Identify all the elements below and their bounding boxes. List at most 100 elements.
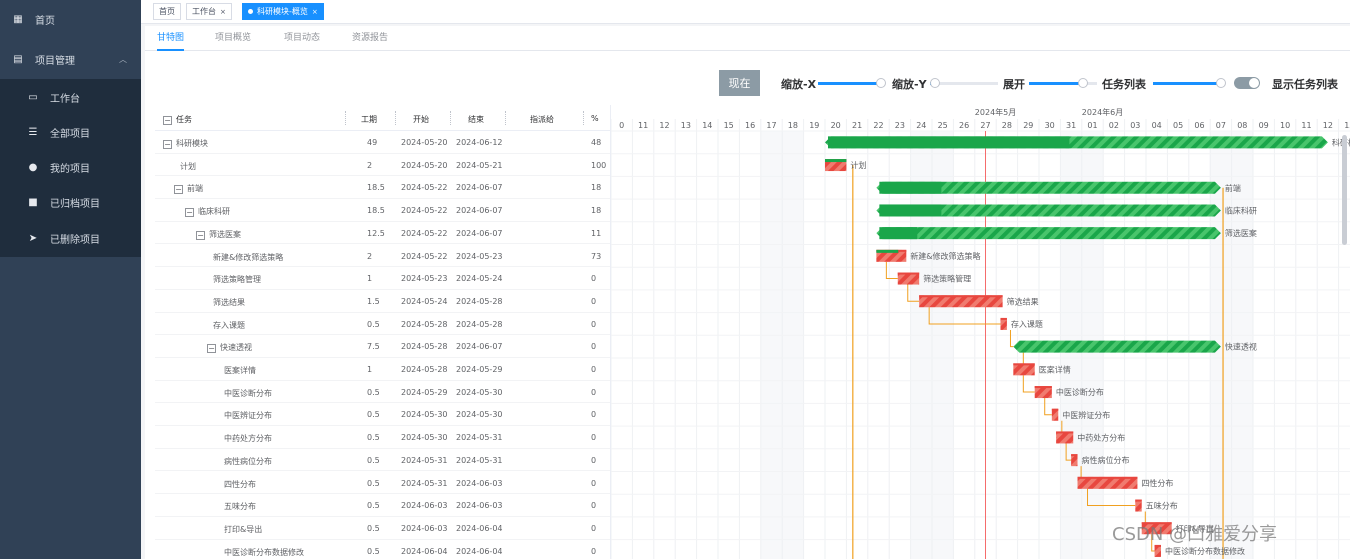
lock-icon: ■ — [28, 196, 38, 208]
expand-slider[interactable] — [1029, 78, 1097, 88]
table-row[interactable]: − 筛选医案 12.5 2024-05-22 2024-06-07 11 — [155, 222, 610, 245]
vertical-scrollbar[interactable] — [1342, 135, 1347, 245]
collapse-all-icon[interactable]: − — [163, 116, 172, 125]
table-row[interactable]: 病性病位分布 0.5 2024-05-31 2024-05-31 0 — [155, 449, 610, 472]
weekend-column — [760, 131, 783, 559]
sidebar-item-all-projects[interactable]: ☰ 全部项目 — [0, 113, 141, 151]
collapse-toggle-icon[interactable]: − — [207, 344, 216, 354]
column-divider[interactable] — [583, 111, 584, 125]
table-row[interactable]: 计划 2 2024-05-20 2024-05-21 100 — [155, 154, 610, 177]
day-tick-label: 0 — [619, 121, 624, 130]
sidebar: ▦ 首页 ▤ 项目管理 ︿ ▭ 工作台 ☰ 全部项目 ● 我的项目 ■ 已归档项… — [0, 0, 141, 559]
tag-home[interactable]: 首页 — [153, 3, 181, 20]
sidebar-item-home[interactable]: ▦ 首页 — [0, 0, 141, 38]
show-task-list-toggle[interactable] — [1234, 77, 1260, 89]
table-row[interactable]: 中医辨证分布 0.5 2024-05-30 2024-05-30 0 — [155, 403, 610, 427]
day-tick-label: 03 — [1130, 121, 1140, 130]
cell-task-name: − 快速透视 — [207, 342, 252, 354]
column-divider[interactable] — [345, 111, 346, 125]
cell-end: 2024-06-07 — [456, 206, 503, 215]
day-tick-label: 31 — [1066, 121, 1076, 130]
tag-research-overview[interactable]: 科研模块-概览 × — [242, 3, 324, 20]
cell-percent-text: 73 — [591, 251, 602, 261]
cell-percent-text: 18 — [591, 206, 602, 216]
bar-label: 病性病位分布 — [1082, 455, 1130, 465]
cell-start-text: 2024-05-22 — [401, 251, 448, 261]
cell-task-name: 打印&导出 — [224, 524, 262, 535]
collapse-toggle-icon[interactable]: − — [174, 185, 183, 195]
sidebar-item-deleted-projects[interactable]: ➤ 已删除项目 — [0, 219, 141, 257]
table-row[interactable]: 新建&修改筛选策略 2 2024-05-22 2024-05-23 73 — [155, 245, 610, 268]
collapse-toggle-icon[interactable]: − — [185, 208, 194, 218]
day-tick-label: 17 — [766, 121, 776, 130]
table-row[interactable]: − 临床科研 18.5 2024-05-22 2024-06-07 18 — [155, 199, 610, 222]
day-tick-label: 28 — [1002, 121, 1012, 130]
cell-end: 2024-05-23 — [456, 252, 503, 261]
slider-handle[interactable] — [1078, 78, 1089, 88]
tab-overview[interactable]: 项目概览 — [215, 26, 251, 51]
month-label: 2024年5月 — [975, 107, 1016, 117]
table-row[interactable]: 五味分布 0.5 2024-06-03 2024-06-03 0 — [155, 494, 610, 517]
cell-start-text: 2024-05-24 — [401, 296, 448, 306]
table-row[interactable]: 打印&导出 0.5 2024-06-03 2024-06-04 0 — [155, 517, 610, 540]
sidebar-item-project-management[interactable]: ▤ 项目管理 ︿ — [0, 40, 141, 78]
close-icon[interactable]: × — [312, 8, 318, 16]
sidebar-item-workbench[interactable]: ▭ 工作台 — [0, 78, 141, 116]
cell-task-name-text: 中医诊断分布数据修改 — [224, 547, 304, 557]
zoom-y-slider[interactable] — [930, 78, 998, 88]
cell-percent: 48 — [591, 138, 601, 147]
task-list-slider[interactable] — [1153, 78, 1227, 88]
summary-progress — [879, 227, 918, 240]
column-divider[interactable] — [450, 111, 451, 125]
tab-resource-report[interactable]: 资源报告 — [352, 26, 388, 51]
table-row[interactable]: − 前端 18.5 2024-05-22 2024-06-07 18 — [155, 176, 610, 200]
show-task-list-label: 显示任务列表 — [1272, 78, 1338, 91]
slider-handle[interactable] — [1216, 78, 1227, 88]
table-row[interactable]: 筛选结果 1.5 2024-05-24 2024-05-28 0 — [155, 290, 610, 313]
tab-activity[interactable]: 项目动态 — [284, 26, 320, 51]
cell-percent-text: 0 — [591, 274, 597, 284]
collapse-toggle-icon[interactable]: − — [163, 140, 172, 149]
zoom-x-label: 缩放-X — [781, 78, 817, 91]
table-row[interactable]: − 快速透视 7.5 2024-05-28 2024-06-07 0 — [155, 335, 610, 358]
table-row[interactable]: 中医诊断分布 0.5 2024-05-29 2024-05-30 0 — [155, 381, 610, 404]
close-icon[interactable]: × — [220, 8, 226, 16]
day-tick-label: 27 — [980, 121, 990, 130]
cell-end-text: 2024-06-12 — [456, 138, 503, 147]
collapse-toggle-icon[interactable]: − — [196, 230, 205, 240]
month-label: 2024年6月 — [1082, 107, 1123, 117]
tag-workbench[interactable]: 工作台 × — [186, 3, 232, 20]
summary-bar — [876, 227, 1221, 240]
table-row[interactable]: 医案详情 1 2024-05-28 2024-05-29 0 — [155, 358, 610, 381]
table-row[interactable]: 筛选策略管理 1 2024-05-23 2024-05-24 0 — [155, 267, 610, 290]
cell-duration-text: 0.5 — [367, 501, 380, 511]
cell-end: 2024-06-04 — [456, 547, 503, 556]
column-divider[interactable] — [395, 111, 396, 125]
header-end: 结束 — [468, 115, 484, 124]
zoom-x-slider[interactable] — [818, 78, 886, 88]
table-row[interactable]: 中医诊断分布数据修改 0.5 2024-06-04 2024-06-04 0 — [155, 540, 610, 559]
cell-duration-text: 18.5 — [367, 206, 385, 216]
cell-percent: 0 — [591, 410, 596, 419]
now-button[interactable]: 现在 — [719, 70, 760, 96]
cell-percent-text: 0 — [591, 387, 597, 397]
day-tick-label: 06 — [1194, 121, 1204, 130]
cell-duration: 0.5 — [367, 433, 380, 442]
day-tick-label: 12 — [659, 121, 669, 130]
table-row[interactable]: 四性分布 0.5 2024-05-31 2024-06-03 0 — [155, 472, 610, 495]
column-divider[interactable] — [505, 111, 506, 125]
tab-gantt[interactable]: 甘特图 — [157, 26, 185, 51]
table-row[interactable]: 存入课题 0.5 2024-05-28 2024-05-28 0 — [155, 313, 610, 336]
cell-end: 2024-06-12 — [456, 138, 503, 147]
cell-start: 2024-05-28 — [401, 365, 448, 374]
day-tick-label: 19 — [809, 121, 819, 130]
sidebar-item-label: 已归档项目 — [50, 198, 100, 210]
slider-handle[interactable] — [930, 78, 941, 88]
task-bar-edge — [1077, 476, 1138, 479]
sidebar-item-archived-projects[interactable]: ■ 已归档项目 — [0, 183, 141, 221]
table-row[interactable]: − 科研模块 49 2024-05-20 2024-06-12 48 — [155, 131, 610, 154]
cell-percent: 18 — [591, 183, 601, 192]
table-row[interactable]: 中药处方分布 0.5 2024-05-30 2024-05-31 0 — [155, 426, 610, 449]
slider-handle[interactable] — [875, 78, 886, 88]
sidebar-item-my-projects[interactable]: ● 我的项目 — [0, 148, 141, 186]
